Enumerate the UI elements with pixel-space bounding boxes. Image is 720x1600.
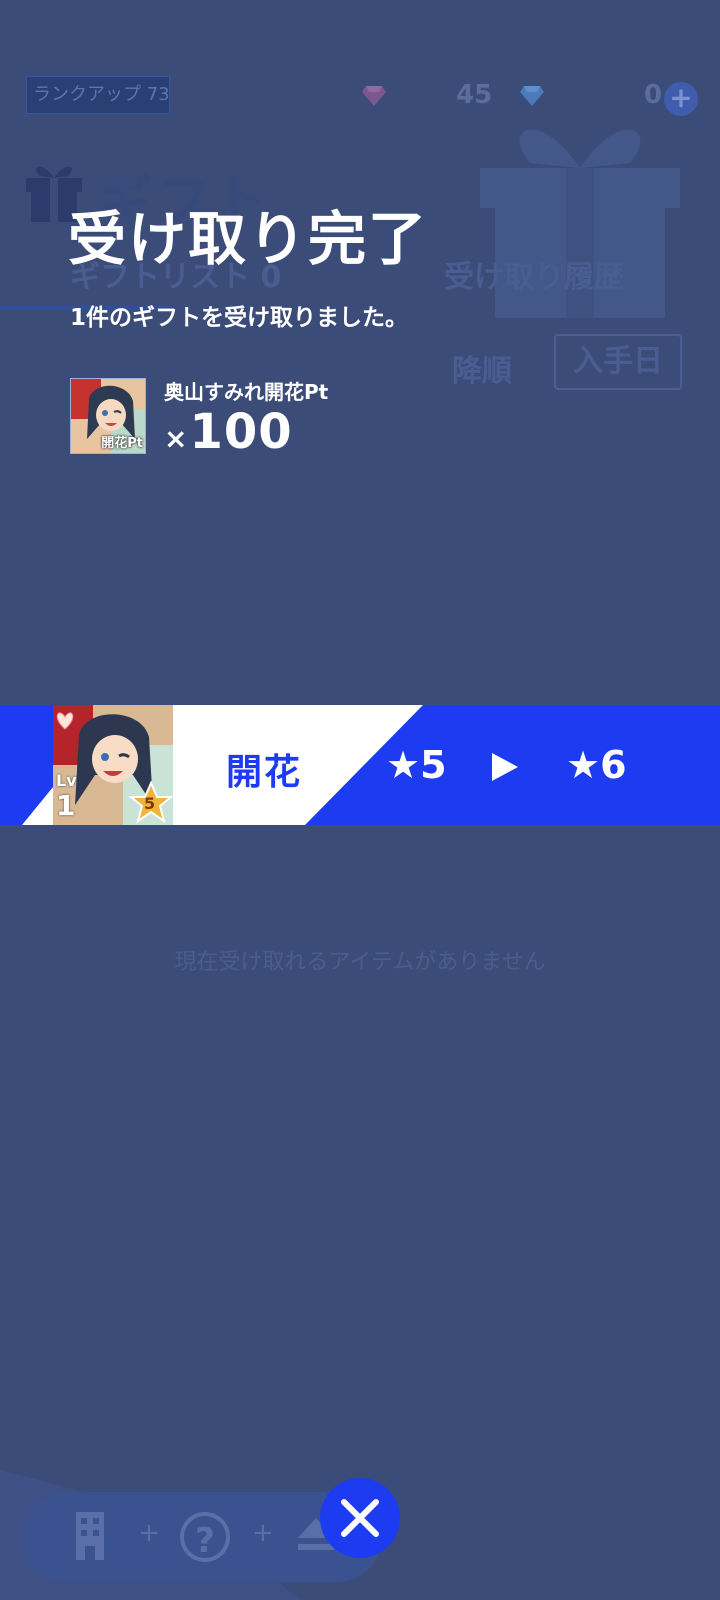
nav-separator-plus: +	[138, 1518, 160, 1548]
free-gem-icon	[520, 86, 544, 106]
quantity-value: 100	[189, 404, 293, 460]
close-button[interactable]	[320, 1478, 400, 1558]
star-before: ★5	[386, 743, 447, 787]
character-card: Lv 1 5	[53, 705, 173, 825]
rank-label: ランクアップ	[33, 84, 141, 105]
quantity-prefix: ×	[164, 422, 188, 455]
bloom-label: 開花	[226, 752, 303, 793]
star-after: ★6	[566, 743, 627, 787]
result-title: 受け取り完了	[68, 205, 429, 273]
free-gem-count: 0	[644, 80, 663, 110]
card-level-value: 1	[56, 789, 76, 822]
help-icon[interactable]: ?	[180, 1512, 230, 1562]
arrow-right-icon	[492, 753, 518, 781]
close-icon	[341, 1499, 379, 1537]
paid-gem-icon	[362, 86, 386, 106]
tab-history[interactable]: 受け取り履歴	[444, 252, 624, 296]
result-subtitle: 1件のギフトを受け取りました。	[70, 305, 409, 331]
thumb-label: 開花Pt	[101, 436, 143, 451]
empty-list-message: 現在受け取れるアイテムがありません	[174, 950, 546, 975]
sort-order-toggle[interactable]: 降順	[452, 346, 512, 390]
rank-value: 73	[146, 84, 170, 105]
rank-indicator: ランクアップ 73	[26, 76, 170, 114]
paid-gem-count: 45	[456, 80, 493, 110]
card-rarity: 5	[144, 794, 156, 813]
sort-key-button[interactable]: 入手日	[554, 334, 682, 390]
building-icon[interactable]	[70, 1508, 110, 1564]
item-quantity: ×100	[164, 404, 293, 460]
card-level-label: Lv	[56, 771, 77, 790]
nav-separator-plus-2: +	[252, 1518, 274, 1548]
item-thumbnail: 開花Pt	[70, 378, 146, 454]
item-name: 奥山すみれ開花Pt	[164, 380, 329, 404]
bloom-banner: Lv 1 5 開花 ★5 ★6	[0, 705, 720, 825]
